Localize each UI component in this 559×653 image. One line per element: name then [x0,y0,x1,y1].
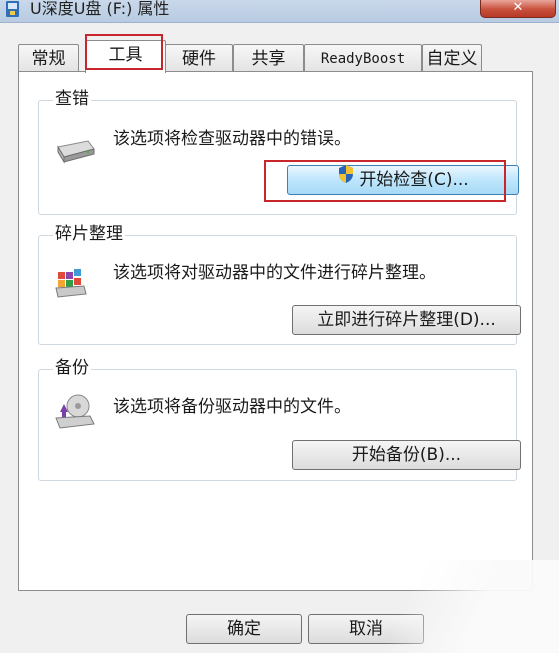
uac-shield-icon [337,164,355,193]
title-bar: U深度U盘 (F:) 属性 ✕ [0,0,559,23]
backup-group: 备份 该选项将备份驱动器中的文件。 开始备份(B)... [38,356,521,481]
defrag-icon [54,264,88,305]
group-description: 该选项将检查驱动器中的错误。 [113,129,351,149]
group-title: 碎片整理 [53,222,125,246]
tab-tools[interactable]: 工具 [85,40,166,73]
tab-readyboost[interactable]: ReadyBoost [304,44,422,72]
start-backup-button[interactable]: 开始备份(B)... [292,440,521,470]
group-description: 该选项将对驱动器中的文件进行碎片整理。 [113,263,436,283]
tools-panel: 查错 该选项将检查驱动器中的错误。 开始检查(C)... 碎片整理 该选项将对驱… [18,71,533,591]
group-title: 查错 [53,87,91,111]
group-title: 备份 [53,356,91,380]
tab-general[interactable]: 常规 [18,44,79,72]
group-description: 该选项将备份驱动器中的文件。 [113,397,351,417]
ok-button[interactable]: 确定 [186,614,302,644]
tab-hardware[interactable]: 硬件 [165,44,233,72]
defrag-now-button[interactable]: 立即进行碎片整理(D)... [292,305,521,335]
drive-icon [54,135,96,170]
tab-customize[interactable]: 自定义 [422,44,482,72]
defrag-group: 碎片整理 该选项将对驱动器中的文件进行碎片整理。 立即进行碎片整理(D)... [38,222,521,345]
start-check-button[interactable]: 开始检查(C)... [287,165,519,195]
start-check-label: 开始检查(C)... [359,170,469,190]
tab-strip: 常规 工具 硬件 共享 ReadyBoost 自定义 [18,40,498,73]
cancel-button[interactable]: 取消 [308,614,424,644]
tab-sharing[interactable]: 共享 [233,44,304,72]
window-title: U深度U盘 (F:) 属性 [30,0,170,18]
close-button[interactable]: ✕ [480,0,556,18]
error-check-group: 查错 该选项将检查驱动器中的错误。 开始检查(C)... [38,87,519,215]
drive-properties-icon [4,0,22,18]
backup-icon [54,392,96,437]
